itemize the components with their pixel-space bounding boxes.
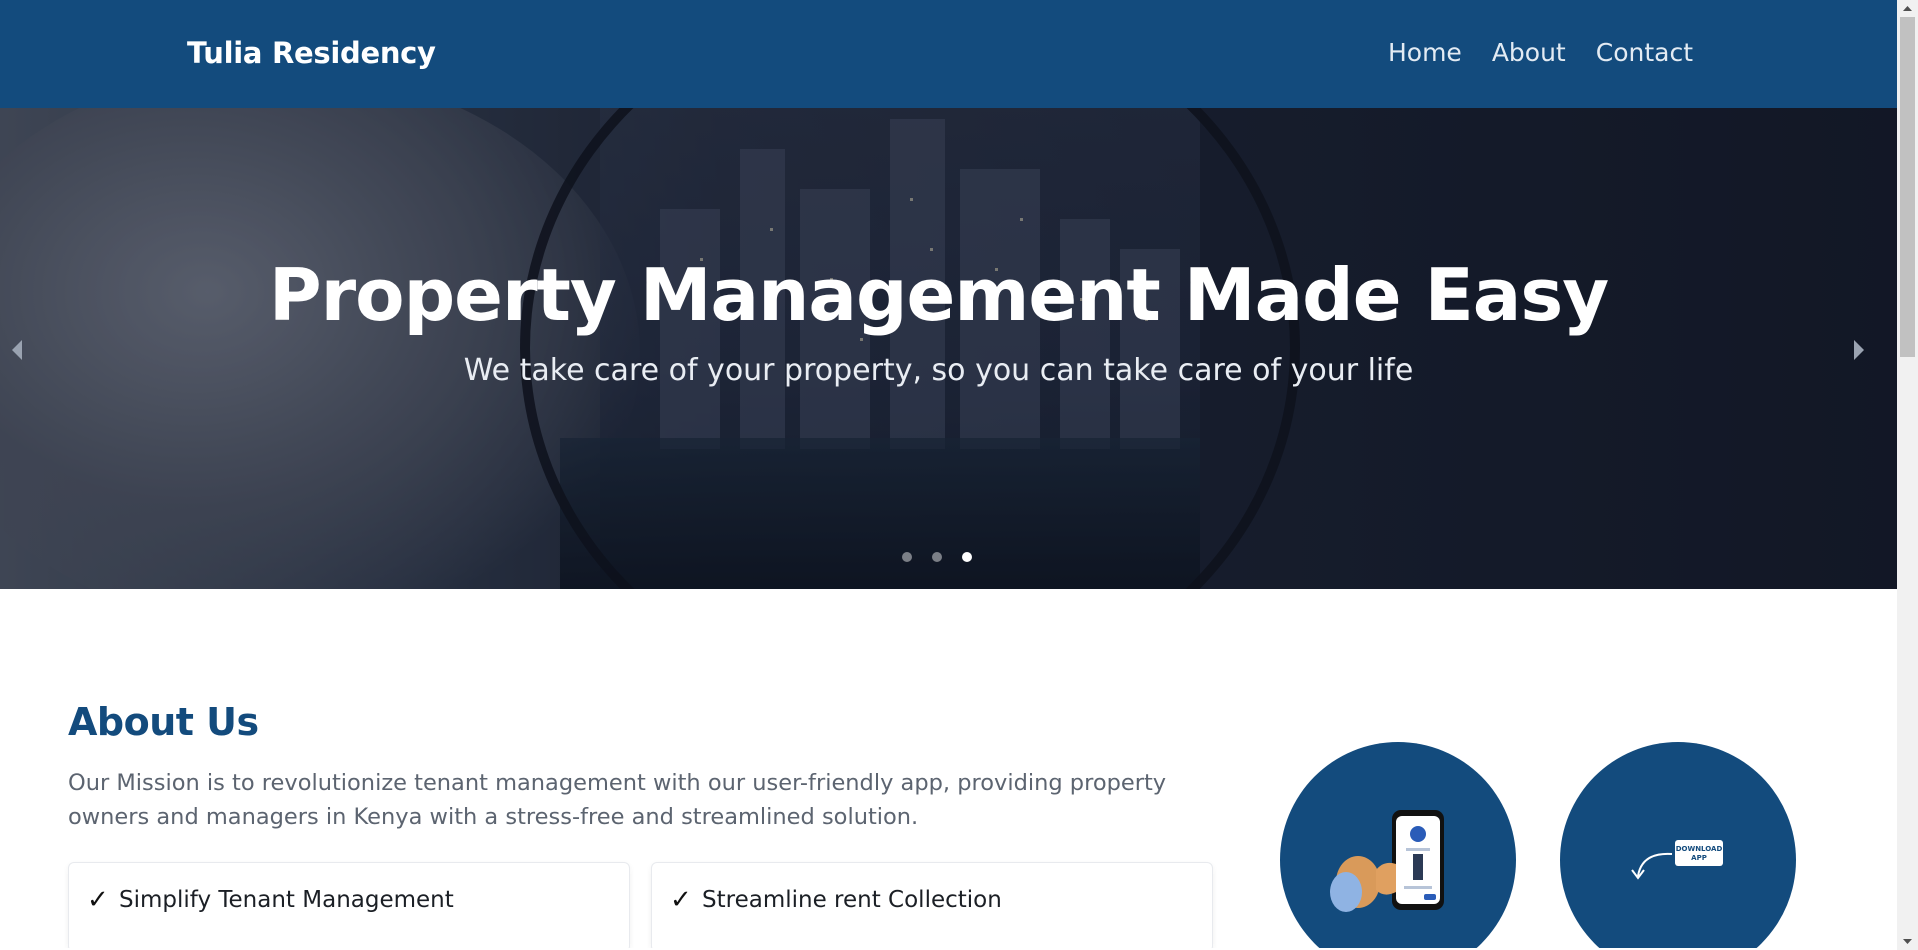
check-icon: ✓ <box>87 885 109 915</box>
phone-in-hand-illustration <box>1280 742 1516 948</box>
about-text: Our Mission is to revolutionize tenant m… <box>68 770 1167 830</box>
hero-subtitle: We take care of your property, so you ca… <box>463 353 1414 389</box>
carousel-next-icon[interactable] <box>1850 338 1868 362</box>
feature-label: Simplify Tenant Management <box>119 887 454 913</box>
brand-logo[interactable]: Tulia Residency <box>187 36 436 70</box>
carousel-prev-icon[interactable] <box>8 338 26 362</box>
carousel-indicators <box>902 552 972 562</box>
svg-text:DOWNLOAD: DOWNLOAD <box>1676 845 1723 853</box>
page: Tulia Residency Home About Contact Prope… <box>0 0 1897 948</box>
hero-content: Property Management Made Easy We take ca… <box>0 253 1877 389</box>
page-scrollbar[interactable] <box>1897 0 1918 950</box>
svg-text:APP: APP <box>1691 854 1707 862</box>
nav-link-about[interactable]: About <box>1492 38 1566 67</box>
navbar: Tulia Residency Home About Contact <box>0 0 1897 108</box>
download-app-illustration: DOWNLOAD APP <box>1560 742 1796 948</box>
carousel-dot-1[interactable] <box>902 552 912 562</box>
feature-card: ✓ Streamline rent Collection <box>651 862 1213 948</box>
hero-title: Property Management Made Easy <box>268 253 1609 337</box>
scroll-down-icon[interactable] <box>1897 933 1918 950</box>
carousel-dot-3[interactable] <box>962 552 972 562</box>
scroll-up-icon[interactable] <box>1897 0 1918 17</box>
nav-link-home[interactable]: Home <box>1388 38 1462 67</box>
about-title: About Us <box>68 700 259 744</box>
carousel-dot-2[interactable] <box>932 552 942 562</box>
nav-links: Home About Contact <box>1388 38 1693 67</box>
feature-card: ✓ Simplify Tenant Management <box>68 862 630 948</box>
hero-carousel: Property Management Made Easy We take ca… <box>0 108 1897 589</box>
nav-link-contact[interactable]: Contact <box>1596 38 1693 67</box>
scrollbar-thumb[interactable] <box>1900 17 1915 357</box>
check-icon: ✓ <box>670 885 692 915</box>
feature-label: Streamline rent Collection <box>702 887 1002 913</box>
